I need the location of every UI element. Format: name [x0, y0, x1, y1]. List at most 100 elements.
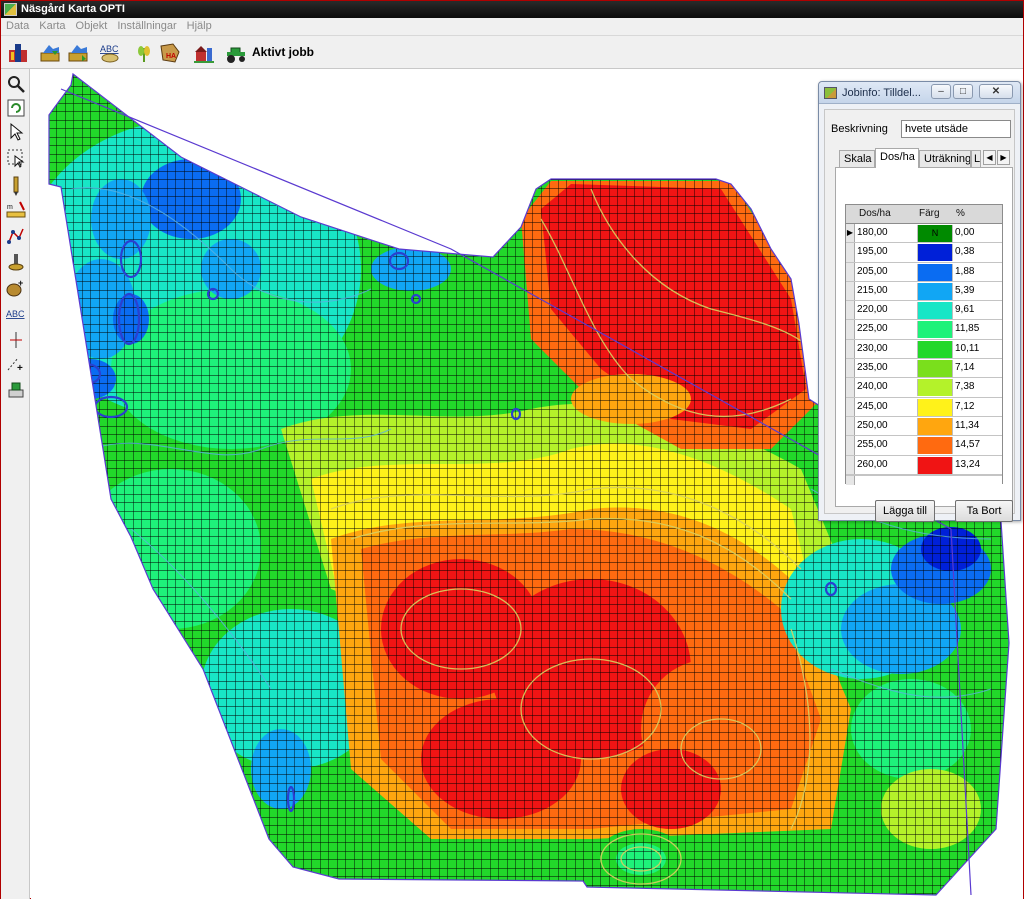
maximize-icon[interactable]: □: [953, 84, 973, 99]
minimize-icon[interactable]: –: [931, 84, 951, 99]
dose-cell[interactable]: 225,00: [857, 323, 888, 334]
job-icon[interactable]: [5, 40, 31, 66]
open-map-icon[interactable]: [37, 40, 63, 66]
color-swatch[interactable]: [917, 244, 953, 262]
menu-installningar[interactable]: Inställningar: [112, 18, 181, 32]
menu-hjalp[interactable]: Hjälp: [182, 18, 217, 32]
row-selector[interactable]: [846, 320, 855, 339]
dose-cell[interactable]: 215,00: [857, 285, 888, 296]
percent-cell: 11,85: [955, 323, 980, 335]
active-job-label[interactable]: Aktivt jobb: [252, 45, 314, 59]
description-field[interactable]: [901, 120, 1011, 138]
row-selector[interactable]: [846, 301, 855, 320]
dose-table-new-row[interactable]: [846, 475, 1002, 485]
table-row[interactable]: 225,00 11,85: [846, 320, 1002, 340]
dose-cell[interactable]: 230,00: [857, 343, 888, 354]
dose-table[interactable]: Dos/ha Färg % ▶ 180,00 N 0,00 195,00 0,38 205,…: [845, 204, 1003, 485]
table-row[interactable]: 260,00 13,24: [846, 455, 1002, 475]
table-row[interactable]: 250,00 11,34: [846, 416, 1002, 437]
dose-cell[interactable]: 260,00: [857, 459, 888, 470]
color-swatch[interactable]: [917, 379, 953, 397]
menu-data[interactable]: Data: [1, 18, 34, 32]
close-icon[interactable]: ✕: [979, 84, 1013, 99]
dose-cell[interactable]: 220,00: [857, 304, 888, 315]
row-selector[interactable]: [846, 243, 855, 262]
svg-text:+: +: [18, 278, 23, 288]
table-row[interactable]: 230,00 10,11: [846, 339, 1002, 360]
jobinfo-window[interactable]: Jobinfo: Tilldel... – □ ✕ Beskrivning Sk…: [818, 81, 1021, 522]
crop-icon[interactable]: [131, 40, 157, 66]
table-row[interactable]: 220,00 9,61: [846, 301, 1002, 321]
add-point-icon[interactable]: +: [5, 353, 27, 375]
menu-objekt[interactable]: Objekt: [71, 18, 113, 32]
table-row[interactable]: 245,00 7,12: [846, 397, 1002, 417]
color-swatch[interactable]: [917, 456, 953, 474]
pen-icon[interactable]: [5, 175, 27, 197]
menu-karta[interactable]: Karta: [34, 18, 70, 32]
zoom-icon[interactable]: [5, 73, 27, 95]
marker-icon[interactable]: [5, 329, 27, 351]
current-row-arrow-icon[interactable]: ▶: [846, 224, 855, 243]
dose-cell[interactable]: 235,00: [857, 362, 888, 373]
table-row[interactable]: 240,00 7,38: [846, 378, 1002, 398]
color-swatch[interactable]: [917, 263, 953, 281]
color-swatch[interactable]: N: [917, 225, 953, 242]
row-selector[interactable]: [846, 455, 855, 474]
dose-cell[interactable]: 180,00: [857, 227, 888, 238]
row-selector[interactable]: [846, 339, 855, 359]
color-swatch[interactable]: [917, 398, 953, 416]
sample-point-icon[interactable]: [5, 251, 27, 273]
color-swatch[interactable]: [917, 340, 953, 358]
add-row-button[interactable]: Lägga till: [875, 500, 935, 522]
color-swatch[interactable]: [917, 282, 953, 300]
color-swatch[interactable]: [917, 417, 953, 435]
table-row[interactable]: 215,00 5,39: [846, 281, 1002, 302]
dose-cell[interactable]: 240,00: [857, 381, 888, 392]
row-selector[interactable]: [846, 436, 855, 455]
farm-icon[interactable]: [191, 40, 217, 66]
measure-icon[interactable]: m: [5, 199, 27, 221]
tractor-icon[interactable]: [223, 40, 249, 66]
pointer-icon[interactable]: [5, 121, 27, 143]
color-swatch[interactable]: [917, 321, 953, 339]
table-row[interactable]: 235,00 7,14: [846, 359, 1002, 379]
table-row[interactable]: 205,00 1,88: [846, 262, 1002, 282]
tab-scroll-left-icon[interactable]: ◀: [983, 150, 996, 165]
remove-row-button[interactable]: Ta Bort: [955, 500, 1013, 522]
row-selector[interactable]: [846, 281, 855, 301]
dose-cell[interactable]: 250,00: [857, 420, 888, 431]
color-swatch[interactable]: [917, 360, 953, 378]
dose-cell[interactable]: 245,00: [857, 401, 888, 412]
save-map-icon[interactable]: [65, 40, 91, 66]
tab-utrakning[interactable]: Uträkning: [919, 150, 971, 167]
row-selector[interactable]: [846, 262, 855, 281]
tab-skala[interactable]: Skala: [839, 150, 875, 167]
tab-l[interactable]: L: [971, 150, 981, 167]
abc-label-icon[interactable]: ABC: [5, 303, 27, 325]
table-row[interactable]: 255,00 14,57: [846, 436, 1002, 456]
color-swatch[interactable]: [917, 302, 953, 320]
polyline-icon[interactable]: [5, 225, 27, 247]
table-row[interactable]: 195,00 0,38: [846, 243, 1002, 263]
refresh-icon[interactable]: [5, 97, 27, 119]
table-row[interactable]: ▶ 180,00 N 0,00: [846, 224, 1002, 244]
add-object-icon[interactable]: +: [5, 277, 27, 299]
dose-cell[interactable]: 195,00: [857, 246, 888, 257]
row-selector[interactable]: [846, 359, 855, 378]
window-title: Näsgård Karta OPTI: [21, 3, 125, 15]
area-ha-icon[interactable]: HA: [157, 40, 183, 66]
stamp-icon[interactable]: [5, 379, 27, 401]
row-selector[interactable]: [846, 378, 855, 397]
dose-cell[interactable]: 205,00: [857, 266, 888, 277]
abc-text-icon[interactable]: ABC: [97, 40, 123, 66]
tab-dos-ha[interactable]: Dos/ha: [875, 148, 919, 168]
color-swatch[interactable]: [917, 437, 953, 455]
select-area-icon[interactable]: [5, 147, 27, 169]
dose-cell[interactable]: 255,00: [857, 439, 888, 450]
tab-scroll-right-icon[interactable]: ▶: [997, 150, 1010, 165]
svg-text:ABC: ABC: [6, 309, 25, 319]
row-selector[interactable]: [846, 397, 855, 416]
jobinfo-titlebar[interactable]: Jobinfo: Tilldel... – □ ✕: [819, 82, 1020, 104]
app-icon: [4, 3, 17, 16]
row-selector[interactable]: [846, 416, 855, 436]
